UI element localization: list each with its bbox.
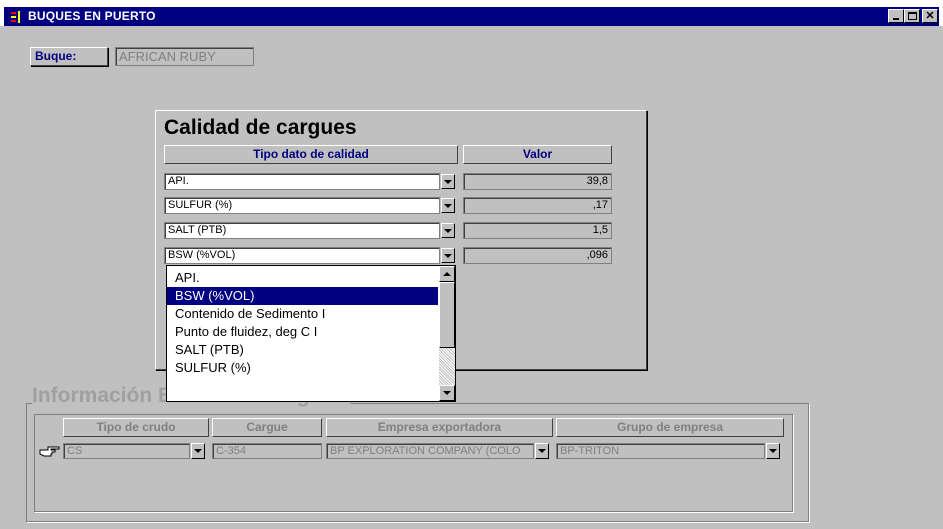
dropdown-option[interactable]: Punto de fluidez, deg C I — [167, 323, 438, 341]
dropdown-option[interactable]: Contenido de Sedimento I — [167, 305, 438, 323]
valor-field-row-4[interactable]: ,096 — [463, 247, 612, 264]
dropdown-scrollbar[interactable] — [439, 266, 455, 401]
calidad-title: Calidad de cargues — [164, 116, 357, 139]
tipo-select-row-2[interactable]: SULFUR (%) — [164, 197, 440, 214]
tipo-dropdown-button-3[interactable] — [441, 223, 455, 238]
close-button[interactable]: ✕ — [922, 9, 938, 23]
valor-field-row-3[interactable]: 1,5 — [463, 222, 612, 239]
chevron-down-icon — [443, 391, 451, 395]
chevron-down-icon — [194, 449, 202, 453]
empresa-select[interactable]: BP EXPLORATION COMPANY (COLO — [326, 443, 534, 459]
col-header-empresa[interactable]: Empresa exportadora — [326, 418, 553, 437]
cargue-field[interactable]: C-354 — [212, 443, 322, 459]
tipo-dropdown-button-1[interactable] — [441, 174, 455, 189]
empresa-dropdown-button[interactable] — [535, 443, 549, 459]
col-header-crudo[interactable]: Tipo de crudo — [63, 418, 209, 437]
dropdown-option[interactable]: API. — [167, 269, 438, 287]
minimize-icon — [893, 18, 899, 20]
valor-field-row-1[interactable]: 39,8 — [463, 173, 612, 190]
dropdown-option[interactable]: SULFUR (%) — [167, 359, 438, 377]
col-header-tipo[interactable]: Tipo dato de calidad — [164, 145, 458, 164]
dropdown-option[interactable]: SALT (PTB) — [167, 341, 438, 359]
scroll-up-button[interactable] — [439, 266, 455, 282]
grupo-select[interactable]: BP-TRITON — [556, 443, 765, 459]
col-header-valor[interactable]: Valor — [463, 145, 612, 164]
crudo-dropdown-button[interactable] — [191, 443, 205, 459]
col-header-cargue[interactable]: Cargue — [212, 418, 322, 437]
chevron-up-icon — [443, 272, 451, 276]
tipo-dropdown-button-2[interactable] — [441, 198, 455, 213]
tipo-select-row-1[interactable]: API. — [164, 173, 440, 190]
pointing-hand-icon — [39, 446, 60, 457]
app-icon — [11, 11, 20, 23]
buque-label: Buque: — [30, 47, 108, 66]
scroll-thumb[interactable] — [439, 282, 455, 348]
buque-field[interactable]: AFRICAN RUBY — [115, 47, 254, 66]
tipo-dropdown-list[interactable]: API. BSW (%VOL) Contenido de Sedimento I… — [166, 265, 456, 402]
tipo-select-row-3[interactable]: SALT (PTB) — [164, 222, 440, 239]
chevron-down-icon — [444, 203, 452, 208]
valor-field-row-2[interactable]: ,17 — [463, 197, 612, 214]
chevron-down-icon — [538, 449, 546, 453]
chevron-down-icon — [444, 253, 452, 258]
grupo-dropdown-button[interactable] — [766, 443, 780, 459]
dropdown-option-selected[interactable]: BSW (%VOL) — [167, 287, 438, 305]
scroll-down-button[interactable] — [439, 385, 455, 401]
chevron-down-icon — [444, 179, 452, 184]
close-icon: ✕ — [925, 9, 935, 22]
chevron-down-icon — [444, 228, 452, 233]
minimize-button[interactable] — [888, 9, 904, 23]
maximize-button[interactable] — [904, 9, 920, 23]
tipo-dropdown-button-4[interactable] — [441, 248, 455, 263]
maximize-icon — [907, 12, 917, 20]
tipo-select-row-4[interactable]: BSW (%VOL) — [164, 247, 440, 264]
window-title: BUQUES EN PUERTO — [28, 9, 156, 23]
crudo-select[interactable]: CS — [63, 443, 190, 459]
col-header-grupo[interactable]: Grupo de empresa — [556, 418, 784, 437]
chevron-down-icon — [769, 449, 777, 453]
